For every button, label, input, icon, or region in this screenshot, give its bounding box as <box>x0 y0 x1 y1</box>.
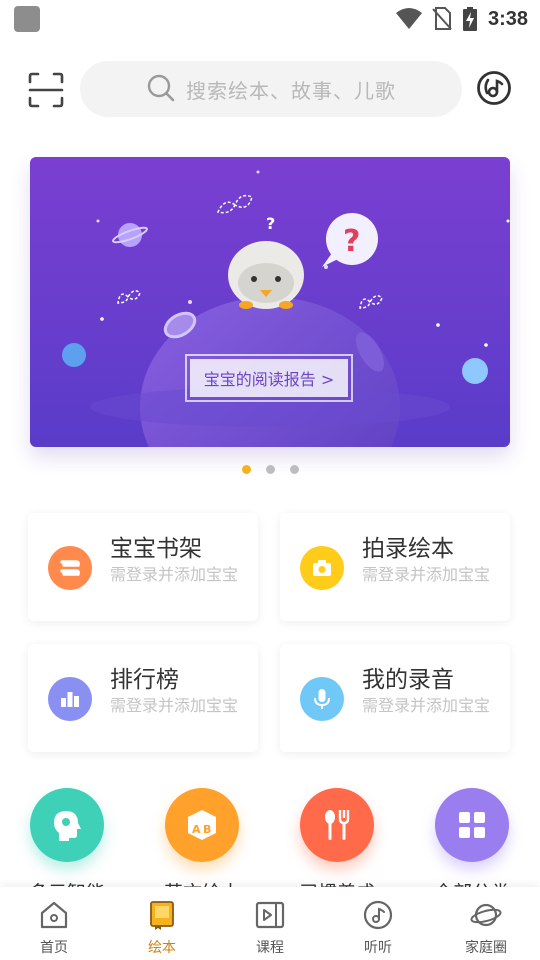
microphone-icon <box>300 677 344 721</box>
grid-icon <box>435 788 509 862</box>
svg-text:?: ? <box>266 214 275 233</box>
banner-carousel[interactable]: ? ? 宝宝的阅读报告 > <box>30 157 510 447</box>
reading-report-button[interactable]: 宝宝的阅读报告 > <box>185 354 353 402</box>
svg-text:B: B <box>203 823 211 836</box>
photo-record-card[interactable]: 拍录绘本 需登录并添加宝宝 <box>280 513 510 621</box>
card-subtitle: 需登录并添加宝宝 <box>110 565 239 584</box>
nav-label: 听听 <box>364 940 392 956</box>
app-icon <box>14 6 40 32</box>
card-subtitle: 需登录并添加宝宝 <box>110 696 239 715</box>
book-icon <box>150 901 174 930</box>
carousel-dot[interactable] <box>265 465 275 474</box>
home-icon <box>40 901 68 929</box>
status-time: 3:38 <box>487 7 528 30</box>
head-icon <box>30 788 104 862</box>
reading-report-label: 宝宝的阅读报告 > <box>190 359 348 397</box>
nav-picture-books[interactable]: 绘本 <box>108 887 216 960</box>
bottom-navigation: 首页 绘本 课程 听听 家庭圈 <box>0 887 540 960</box>
music-disc-icon[interactable] <box>476 70 512 106</box>
nav-label: 课程 <box>256 940 284 956</box>
search-icon <box>147 74 175 102</box>
status-bar: 3:38 <box>0 0 540 38</box>
nav-family-circle[interactable]: 家庭圈 <box>432 887 540 960</box>
card-title: 我的录音 <box>362 667 454 693</box>
header: 搜索绘本、故事、儿歌 <box>0 58 540 120</box>
wifi-icon <box>395 8 422 29</box>
scan-icon[interactable] <box>28 72 64 108</box>
card-title: 宝宝书架 <box>110 536 202 562</box>
ranking-card[interactable]: 排行榜 需登录并添加宝宝 <box>28 644 258 752</box>
svg-text:?: ? <box>343 224 360 259</box>
carousel-dot[interactable] <box>289 465 299 474</box>
bookshelf-icon <box>48 546 92 590</box>
video-icon <box>255 901 285 929</box>
nav-home[interactable]: 首页 <box>0 887 108 960</box>
nav-listen[interactable]: 听听 <box>324 887 432 960</box>
spoon-fork-icon <box>300 788 374 862</box>
svg-text:A: A <box>192 823 201 836</box>
card-subtitle: 需登录并添加宝宝 <box>362 565 491 584</box>
no-sim-icon <box>432 7 452 30</box>
card-title: 排行榜 <box>110 667 179 693</box>
carousel-indicator <box>0 465 540 474</box>
status-icons: 3:38 <box>395 6 528 32</box>
nav-label: 首页 <box>40 940 68 956</box>
card-subtitle: 需登录并添加宝宝 <box>362 696 491 715</box>
abc-cube-icon: AB <box>165 788 239 862</box>
card-title: 拍录绘本 <box>362 536 454 562</box>
ranking-icon <box>48 677 92 721</box>
music-note-icon <box>363 900 393 930</box>
carousel-dot[interactable] <box>241 465 251 474</box>
search-input[interactable]: 搜索绘本、故事、儿歌 <box>80 61 462 117</box>
my-recordings-card[interactable]: 我的录音 需登录并添加宝宝 <box>280 644 510 752</box>
banner-illustration: ? ? <box>30 157 510 447</box>
nav-label: 绘本 <box>148 940 176 956</box>
battery-charging-icon <box>462 7 477 31</box>
camera-icon <box>300 546 344 590</box>
search-placeholder: 搜索绘本、故事、儿歌 <box>186 78 396 103</box>
nav-label: 家庭圈 <box>465 940 507 956</box>
bookshelf-card[interactable]: 宝宝书架 需登录并添加宝宝 <box>28 513 258 621</box>
nav-courses[interactable]: 课程 <box>216 887 324 960</box>
planet-icon <box>470 903 502 927</box>
